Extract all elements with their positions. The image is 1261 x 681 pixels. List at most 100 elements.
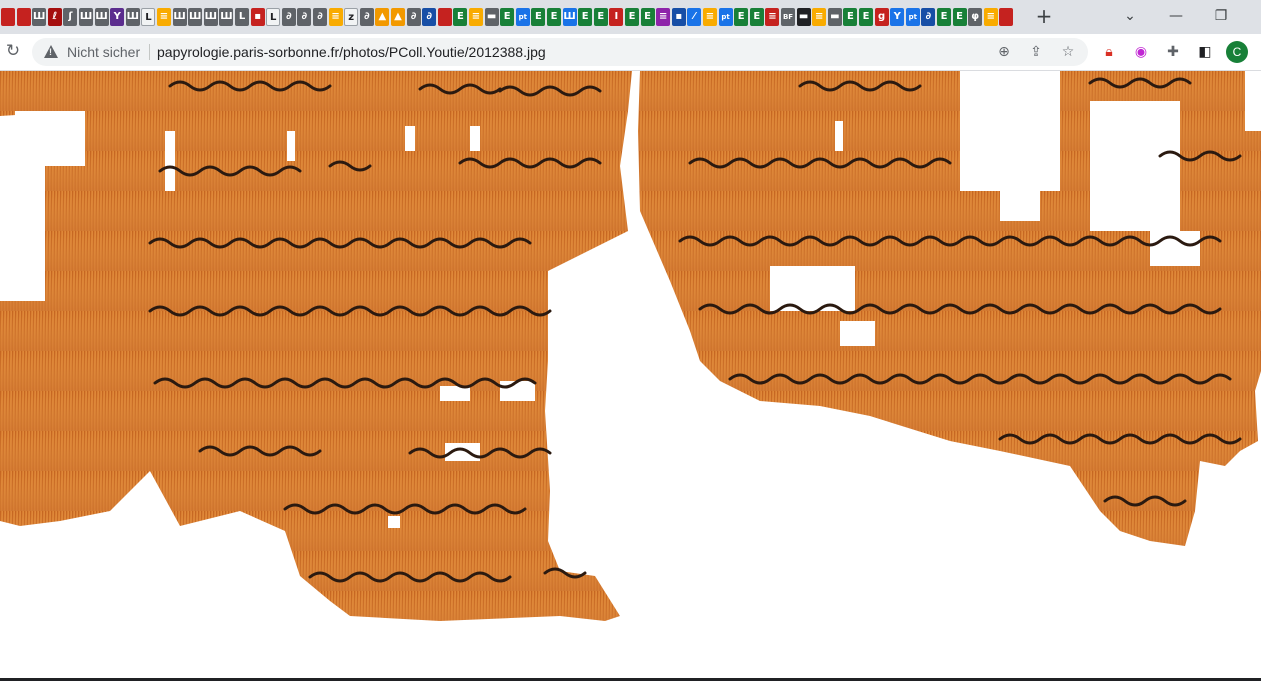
e-tab-icon[interactable]: E: [625, 8, 639, 26]
security-label[interactable]: Nicht sicher: [67, 44, 140, 60]
museum-tab-icon[interactable]: Ш: [172, 8, 187, 26]
e-tab-icon[interactable]: E: [640, 8, 655, 26]
red-tab-icon[interactable]: [16, 8, 31, 26]
e-tab-icon[interactable]: E: [547, 8, 561, 26]
doc-tab-icon[interactable]: ≡: [157, 8, 171, 26]
profile-avatar[interactable]: C: [1226, 41, 1248, 63]
phi-tab-icon[interactable]: φ: [968, 8, 983, 26]
e-tab-icon[interactable]: E: [749, 8, 764, 26]
e-tab-icon[interactable]: E: [937, 8, 951, 26]
chart-tab-icon[interactable]: Ш: [562, 8, 577, 26]
stack-tab-icon[interactable]: ≡: [656, 8, 671, 26]
e-tab-icon[interactable]: E: [500, 8, 515, 26]
letter-l-tab-icon[interactable]: L: [141, 8, 156, 26]
museum-tab-icon[interactable]: Ш: [188, 8, 203, 26]
circle-tab-icon[interactable]: ∂: [297, 8, 312, 26]
url-text[interactable]: papyrologie.paris-sorbonne.fr/photos/PCo…: [157, 44, 546, 60]
extensions-puzzle-icon[interactable]: ✚: [1163, 42, 1183, 62]
museum-tab-icon[interactable]: Ш: [79, 8, 93, 26]
e-tab-icon[interactable]: E: [531, 8, 546, 26]
reload-icon[interactable]: ↻: [2, 40, 24, 62]
blue-tab-icon[interactable]: ▪: [671, 8, 686, 26]
red-tab-icon[interactable]: [437, 8, 452, 26]
museum-tab-icon[interactable]: Ш: [94, 8, 109, 26]
orange-tab-icon[interactable]: ▲: [375, 8, 390, 26]
zoom-icon[interactable]: ⊕: [994, 42, 1014, 62]
bookmark-tab-icon[interactable]: ʃ: [63, 8, 78, 26]
tab-glyph: E: [628, 11, 636, 22]
tab-glyph: ∂: [410, 11, 417, 22]
z-tab-icon[interactable]: z: [344, 8, 359, 26]
y-tab-icon[interactable]: Y: [890, 8, 905, 26]
tab-glyph: E: [597, 11, 605, 22]
doc-tab-icon[interactable]: ≡: [812, 8, 827, 26]
museum-tab-icon[interactable]: Ш: [219, 8, 234, 26]
museum-tab-icon[interactable]: Ш: [125, 8, 140, 26]
circle-tab-icon[interactable]: ∂: [313, 8, 327, 26]
tab-glyph: pt: [721, 13, 730, 21]
extension-lock-icon[interactable]: 🔒︎: [1099, 42, 1119, 62]
tab-glyph: L: [238, 11, 246, 22]
blue-tab-icon[interactable]: ∂: [422, 8, 437, 26]
red-tab-icon[interactable]: ▪: [250, 8, 265, 26]
bookmark-star-icon[interactable]: ☆: [1058, 42, 1078, 62]
dark-tab-icon[interactable]: ▬: [796, 8, 811, 26]
extension-circle-icon[interactable]: ◉: [1131, 42, 1151, 62]
tab-glyph: ≡: [331, 11, 340, 22]
e-tab-icon[interactable]: E: [952, 8, 967, 26]
new-tab-button[interactable]: +: [1032, 5, 1056, 29]
tab-glyph: Y: [113, 11, 121, 22]
minimize-button[interactable]: —: [1161, 5, 1191, 27]
letter-l-tab-icon[interactable]: L: [266, 8, 281, 26]
papyrus-fragment-left: [0, 71, 632, 621]
blue-tab-icon[interactable]: ∂: [921, 8, 936, 26]
side-panel-icon[interactable]: ◧: [1195, 42, 1215, 62]
circle-tab-icon[interactable]: ∂: [281, 8, 296, 26]
list-tab-icon[interactable]: ≡: [765, 8, 780, 26]
e-tab-icon[interactable]: E: [453, 8, 468, 26]
tab-glyph: E: [737, 11, 745, 22]
tab-search-button[interactable]: ⌄: [1115, 5, 1145, 27]
script-tab-icon[interactable]: L: [235, 8, 249, 26]
tab-glyph: Ш: [563, 11, 576, 22]
e-tab-icon[interactable]: E: [578, 8, 593, 26]
papyrus-tab-icon[interactable]: ℓ: [47, 8, 62, 26]
e-tab-icon[interactable]: E: [593, 8, 608, 26]
tab-glyph: E: [534, 11, 542, 22]
circle-tab-icon[interactable]: ∂: [406, 8, 421, 26]
purple-tab-icon[interactable]: Y: [110, 8, 125, 26]
tab-glyph: Ш: [173, 11, 186, 22]
red-tab-icon[interactable]: [1, 8, 15, 26]
e-tab-icon[interactable]: E: [734, 8, 749, 26]
doc-tab-icon[interactable]: ≡: [469, 8, 483, 26]
g-tab-icon[interactable]: g: [874, 8, 889, 26]
pt-tab-icon[interactable]: pt: [905, 8, 920, 26]
museum-tab-icon[interactable]: Ш: [203, 8, 218, 26]
museum-tab-icon[interactable]: Ш: [32, 8, 47, 26]
bf-tab-icon[interactable]: BF: [781, 8, 795, 26]
pt-tab-icon[interactable]: pt: [515, 8, 530, 26]
circle-tab-icon[interactable]: ∂: [359, 8, 374, 26]
tab-glyph: Ш: [189, 11, 202, 22]
tab-glyph: Ш: [79, 11, 93, 22]
feather-tab-icon[interactable]: ⁄: [687, 8, 702, 26]
book-tab-icon[interactable]: ▬: [484, 8, 499, 26]
pt-tab-icon[interactable]: pt: [718, 8, 733, 26]
address-bar[interactable]: Nicht sicher papyrologie.paris-sorbonne.…: [32, 38, 1088, 66]
tab-glyph: ▪: [675, 11, 683, 22]
e-tab-icon[interactable]: E: [859, 8, 873, 26]
tab-glyph: ≡: [768, 11, 777, 22]
doc-tab-icon[interactable]: ≡: [983, 8, 998, 26]
tab-glyph: ▪: [254, 11, 261, 22]
share-icon[interactable]: ⇪: [1026, 42, 1046, 62]
warning-icon[interactable]: [44, 45, 58, 58]
restore-button[interactable]: ❐: [1206, 5, 1236, 27]
script-tab-icon[interactable]: I: [609, 8, 624, 26]
doc-tab-icon[interactable]: ≡: [703, 8, 717, 26]
doc-tab-icon[interactable]: ≡: [328, 8, 343, 26]
book-tab-icon[interactable]: ▬: [827, 8, 842, 26]
orange-tab-icon[interactable]: ▲: [391, 8, 405, 26]
e-tab-icon[interactable]: E: [843, 8, 858, 26]
tab-glyph: ∂: [426, 11, 432, 22]
red-tab-icon[interactable]: [999, 8, 1014, 26]
